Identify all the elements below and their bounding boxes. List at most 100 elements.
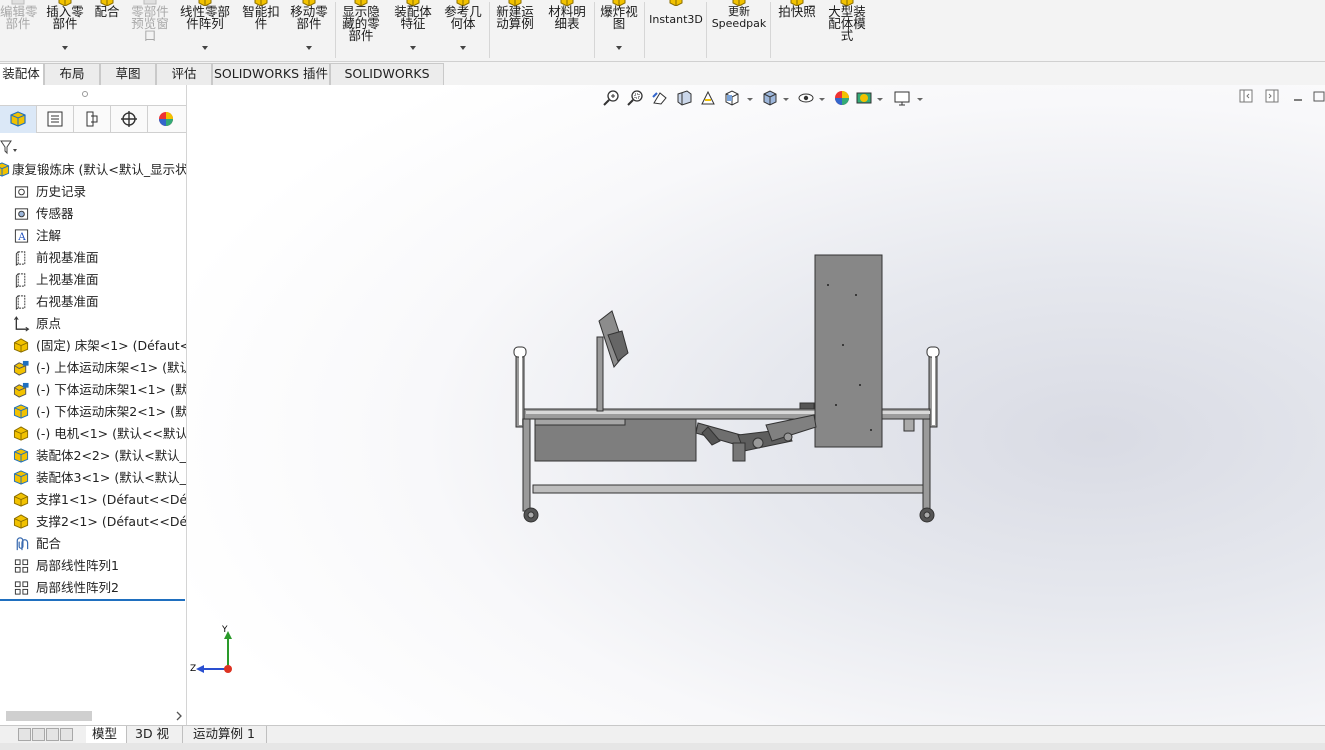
exploded-view-button[interactable]: 爆炸视 图 [596, 0, 642, 60]
take-snapshot-button[interactable]: 拍快照 [774, 0, 820, 60]
tree-item[interactable]: 局部线性阵列1 [0, 555, 186, 577]
tree-item[interactable]: 配合 [0, 533, 186, 555]
show-hidden-button[interactable]: 显示隐 藏的零 部件 [338, 0, 384, 60]
tree-item-label: 传感器 [36, 206, 74, 221]
tree-item[interactable]: 装配体3<1> (默认<默认_显 [0, 467, 186, 489]
tree-item[interactable]: (-) 电机<1> (默认<<默认> [0, 423, 186, 445]
mate-label: 配合 [94, 4, 120, 19]
pattern-icon [14, 581, 29, 595]
cm-tab-0[interactable]: 装配体 [0, 63, 44, 85]
chevron-down-icon[interactable] [460, 46, 466, 50]
tree-item[interactable]: 原点 [0, 313, 186, 335]
panel-grip-handle[interactable] [82, 91, 88, 97]
filter-icon[interactable] [0, 139, 20, 155]
display-manager-tab[interactable] [148, 106, 185, 133]
tree-item-label: 局部线性阵列1 [36, 558, 119, 573]
cm-tab-3[interactable]: 评估 [156, 63, 212, 85]
tree-item-label: 上视基准面 [36, 272, 99, 287]
scrollbar-thumb[interactable] [6, 711, 92, 721]
smart-fasteners-button[interactable]: 智能扣 件 [238, 0, 284, 60]
plane-icon [15, 251, 26, 266]
rollback-bar[interactable] [0, 599, 185, 601]
tree-item[interactable]: 右视基准面 [0, 291, 186, 313]
cm-tab-1[interactable]: 布局 [44, 63, 100, 85]
tree-item[interactable]: 支撑2<1> (Défaut<<Défa [0, 511, 186, 533]
assembly-icon [10, 111, 26, 127]
tree-item-label: (-) 下体运动床架1<1> (默认 [36, 382, 186, 397]
svg-text:A: A [17, 231, 26, 243]
tree-item[interactable]: 传感器 [0, 203, 186, 225]
command-manager-tabs: 装配体布局草图评估SOLIDWORKS 插件SOLIDWORKS MBD [0, 62, 1325, 101]
subassembly-icon [13, 360, 29, 376]
ribbon-separator [335, 2, 336, 58]
tree-item[interactable]: 装配体2<2> (默认<默认_显 [0, 445, 186, 467]
update-speedpak-button[interactable]: 更新 Speedpak [710, 0, 768, 60]
tree-item[interactable]: 前视基准面 [0, 247, 186, 269]
configuration-manager-tab[interactable] [74, 106, 111, 133]
tree-item[interactable]: (-) 下体运动床架1<1> (默认 [0, 379, 186, 401]
large-assembly-button[interactable]: 大型装 配体模 式 [824, 0, 870, 60]
mate-button[interactable]: 配合 [92, 0, 122, 60]
assembly-features-button[interactable]: 装配体 特征 [390, 0, 436, 60]
tree-item[interactable]: (-) 下体运动床架2<1> (默认 [0, 401, 186, 423]
ribbon-separator [594, 2, 595, 58]
reference-geometry-button[interactable]: 参考几 何体 [440, 0, 486, 60]
tree-item[interactable]: 局部线性阵列2 [0, 577, 186, 599]
tree-horizontal-scrollbar[interactable] [2, 709, 185, 723]
chevron-down-icon[interactable] [410, 46, 416, 50]
tree-item[interactable]: A 注解 [0, 225, 186, 247]
tree-root-assembly[interactable]: 康复锻炼床 (默认<默认_显示状 [0, 159, 186, 181]
bottom-tab-0[interactable]: 模型 [86, 726, 127, 744]
triad-y-label: Y [222, 625, 228, 635]
instant3d-button[interactable]: Instant3D [648, 0, 704, 60]
annotation-icon: A [14, 229, 29, 243]
pattern-icon [14, 559, 29, 573]
insert-component-button[interactable]: 插入零 部件 [44, 0, 86, 60]
property-manager-tab[interactable] [37, 106, 74, 133]
cm-tab-5[interactable]: SOLIDWORKS MBD [330, 63, 444, 101]
tree-item-label: 前视基准面 [36, 250, 99, 265]
cm-tab-4[interactable]: SOLIDWORKS 插件 [212, 63, 330, 85]
linear-pattern-label: 线性零部 件阵列 [179, 4, 230, 31]
move-component-button[interactable]: 移动零 部件 [286, 0, 332, 60]
bottom-tab-1[interactable]: 3D 视图 [129, 726, 183, 750]
graphics-area[interactable]: Y Z [188, 85, 1325, 725]
chevron-down-icon[interactable] [306, 46, 312, 50]
tree-item[interactable]: 支撑1<1> (Défaut<<Défa [0, 489, 186, 511]
bed-assembly-model[interactable] [188, 85, 1325, 725]
tree-item[interactable]: 历史记录 [0, 181, 186, 203]
large-assembly-label: 大型装 配体模 式 [828, 4, 866, 43]
dimxpert-manager-tab[interactable] [111, 106, 148, 133]
component-preview-button[interactable]: 零部件 预览窗 口 [128, 0, 172, 60]
tree-item[interactable]: (固定) 床架<1> (Défaut<S [0, 335, 186, 357]
ribbon-separator [770, 2, 771, 58]
origin-icon [14, 316, 30, 332]
update-speedpak-label: 更新 Speedpak [711, 5, 767, 30]
feature-manager-tab[interactable] [0, 106, 37, 133]
chevron-right-icon[interactable] [175, 711, 183, 721]
bill-of-materials-button[interactable]: 材料明 细表 [544, 0, 590, 60]
previous-tab-button[interactable] [32, 728, 45, 741]
tree-item-label: 历史记录 [36, 184, 87, 199]
cm-tab-2[interactable]: 草图 [100, 63, 156, 85]
new-motion-study-button[interactable]: 新建运 动算例 [492, 0, 538, 60]
part-icon [13, 426, 29, 441]
tree-item[interactable]: 上视基准面 [0, 269, 186, 291]
first-tab-button[interactable] [18, 728, 31, 741]
linear-pattern-button[interactable]: 线性零部 件阵列 [176, 0, 234, 60]
chevron-down-icon[interactable] [202, 46, 208, 50]
last-tab-button[interactable] [60, 728, 73, 741]
next-tab-button[interactable] [46, 728, 59, 741]
tree-item[interactable]: (-) 上体运动床架<1> (默认 [0, 357, 186, 379]
edit-component-button[interactable]: 编辑零 部件 [0, 0, 38, 60]
triad-z-label: Z [190, 664, 197, 674]
instant3d-label: Instant3D [649, 13, 703, 26]
bottom-tab-2[interactable]: 运动算例 1 [187, 726, 267, 744]
chevron-down-icon[interactable] [62, 46, 68, 50]
take-snapshot-label: 拍快照 [778, 4, 816, 19]
assembly-icon [13, 448, 29, 463]
tree-item-label: 局部线性阵列2 [36, 580, 119, 595]
chevron-down-icon[interactable] [616, 46, 622, 50]
assembly-features-label: 装配体 特征 [394, 4, 432, 31]
ribbon-separator [706, 2, 707, 58]
